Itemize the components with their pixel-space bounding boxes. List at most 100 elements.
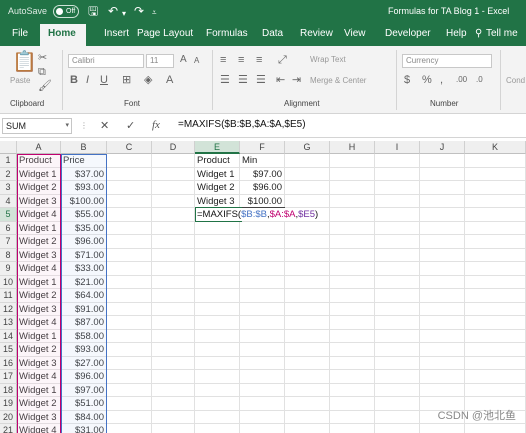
percent-icon[interactable]: %	[422, 74, 432, 86]
cell-d12[interactable]	[152, 302, 195, 316]
cell-h17[interactable]	[330, 370, 375, 384]
align-left-icon[interactable]: ☰	[220, 74, 230, 86]
cell-a9[interactable]: Widget 4	[17, 262, 61, 276]
cell-b9[interactable]: $33.00	[61, 262, 107, 276]
cell-a17[interactable]: Widget 4	[17, 370, 61, 384]
cell-d8[interactable]	[152, 248, 195, 262]
cancel-icon[interactable]: ✕	[100, 119, 109, 132]
cell-a18[interactable]: Widget 1	[17, 383, 61, 397]
row-header[interactable]: 4	[0, 194, 17, 208]
cell-c19[interactable]	[107, 397, 152, 411]
in-cell-formula-editor[interactable]: =MAXIFS($B:$B,$A:$A,$E5)	[196, 208, 319, 221]
cell-h14[interactable]	[330, 329, 375, 343]
cell-e13[interactable]	[195, 316, 240, 330]
tab-data[interactable]: Data	[262, 28, 283, 39]
cell-h9[interactable]	[330, 262, 375, 276]
cell-e17[interactable]	[195, 370, 240, 384]
cell-d9[interactable]	[152, 262, 195, 276]
cell-h2[interactable]	[330, 167, 375, 181]
cell-d15[interactable]	[152, 343, 195, 357]
cell-a20[interactable]: Widget 3	[17, 410, 61, 424]
cell-a7[interactable]: Widget 2	[17, 235, 61, 249]
increase-decimal-icon[interactable]: .00	[456, 74, 467, 86]
cell-a10[interactable]: Widget 1	[17, 275, 61, 289]
cell-i17[interactable]	[375, 370, 420, 384]
cell-c5[interactable]	[107, 208, 152, 222]
cell-i9[interactable]	[375, 262, 420, 276]
cell-j5[interactable]	[420, 208, 465, 222]
cell-a1[interactable]: Product	[17, 154, 61, 168]
autosave-toggle[interactable]: Off	[53, 5, 79, 18]
cell-e18[interactable]	[195, 383, 240, 397]
cell-h15[interactable]	[330, 343, 375, 357]
cell-k12[interactable]	[465, 302, 526, 316]
cell-j12[interactable]	[420, 302, 465, 316]
cell-c20[interactable]	[107, 410, 152, 424]
row-header[interactable]: 3	[0, 181, 17, 195]
cell-k4[interactable]	[465, 194, 526, 208]
cell-k18[interactable]	[465, 383, 526, 397]
cell-k9[interactable]	[465, 262, 526, 276]
cell-b5[interactable]: $55.00	[61, 208, 107, 222]
cell-d6[interactable]	[152, 221, 195, 235]
cell-g16[interactable]	[285, 356, 330, 370]
cell-e15[interactable]	[195, 343, 240, 357]
cell-h10[interactable]	[330, 275, 375, 289]
cell-g9[interactable]	[285, 262, 330, 276]
cell-f9[interactable]	[240, 262, 285, 276]
cell-d18[interactable]	[152, 383, 195, 397]
cell-h12[interactable]	[330, 302, 375, 316]
cell-k17[interactable]	[465, 370, 526, 384]
cell-e14[interactable]	[195, 329, 240, 343]
cell-h8[interactable]	[330, 248, 375, 262]
row-header[interactable]: 1	[0, 154, 17, 168]
cell-a6[interactable]: Widget 1	[17, 221, 61, 235]
cell-c9[interactable]	[107, 262, 152, 276]
column-header-i[interactable]: I	[375, 141, 420, 154]
cell-f21[interactable]	[240, 424, 285, 433]
tab-page-layout[interactable]: Page Layout	[137, 28, 193, 39]
row-header[interactable]: 12	[0, 302, 17, 316]
cell-h20[interactable]	[330, 410, 375, 424]
cell-a13[interactable]: Widget 4	[17, 316, 61, 330]
column-header-e[interactable]: E	[195, 141, 240, 154]
cell-h6[interactable]	[330, 221, 375, 235]
cell-c6[interactable]	[107, 221, 152, 235]
cell-i5[interactable]	[375, 208, 420, 222]
cell-j3[interactable]	[420, 181, 465, 195]
cell-f12[interactable]	[240, 302, 285, 316]
cell-g1[interactable]	[285, 154, 330, 168]
row-header[interactable]: 19	[0, 397, 17, 411]
cell-k5[interactable]	[465, 208, 526, 222]
align-right-icon[interactable]: ☰	[256, 74, 266, 86]
cell-c2[interactable]	[107, 167, 152, 181]
cell-a11[interactable]: Widget 2	[17, 289, 61, 303]
cell-e20[interactable]	[195, 410, 240, 424]
cell-b18[interactable]: $97.00	[61, 383, 107, 397]
cell-g8[interactable]	[285, 248, 330, 262]
row-header[interactable]: 7	[0, 235, 17, 249]
save-icon[interactable]: 🖫	[88, 4, 98, 18]
formula-input[interactable]: =MAXIFS($B:$B,$A:$A,$E5)	[178, 119, 306, 130]
cell-b14[interactable]: $58.00	[61, 329, 107, 343]
cell-a8[interactable]: Widget 3	[17, 248, 61, 262]
cell-g10[interactable]	[285, 275, 330, 289]
row-header[interactable]: 18	[0, 383, 17, 397]
cell-i21[interactable]	[375, 424, 420, 433]
cell-j14[interactable]	[420, 329, 465, 343]
cell-h3[interactable]	[330, 181, 375, 195]
cell-b2[interactable]: $37.00	[61, 167, 107, 181]
column-header-c[interactable]: C	[107, 141, 152, 154]
cell-k1[interactable]	[465, 154, 526, 168]
cell-c8[interactable]	[107, 248, 152, 262]
cell-i8[interactable]	[375, 248, 420, 262]
column-header-b[interactable]: B	[61, 141, 107, 154]
cell-f13[interactable]	[240, 316, 285, 330]
cell-h19[interactable]	[330, 397, 375, 411]
cell-j21[interactable]	[420, 424, 465, 433]
cell-a19[interactable]: Widget 2	[17, 397, 61, 411]
cell-d3[interactable]	[152, 181, 195, 195]
cell-h5[interactable]	[330, 208, 375, 222]
cell-c16[interactable]	[107, 356, 152, 370]
number-format-select[interactable]: Currency	[402, 54, 492, 68]
